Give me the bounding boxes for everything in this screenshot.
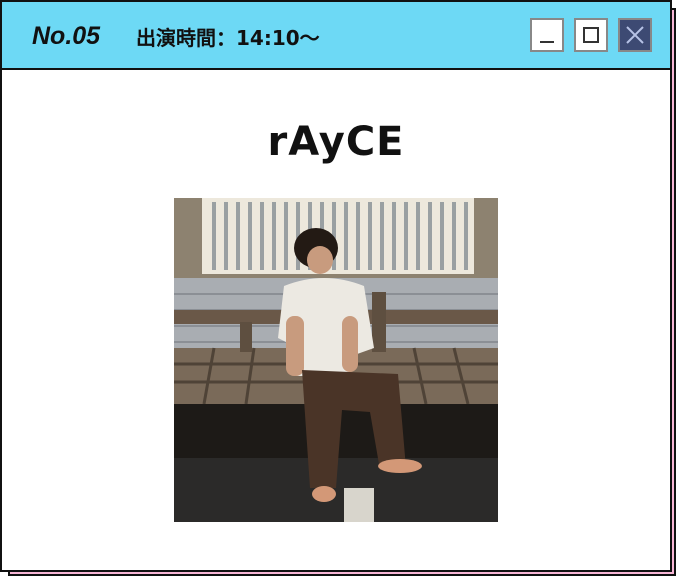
minimize-button[interactable] xyxy=(530,18,564,52)
title-bar[interactable]: No.05 出演時間：14:10〜 xyxy=(2,2,670,70)
maximize-button[interactable] xyxy=(574,18,608,52)
maximize-icon xyxy=(583,27,599,43)
stage: No.05 出演時間：14:10〜 rAyCE xyxy=(0,0,680,580)
minimize-icon xyxy=(540,41,554,43)
artist-window: No.05 出演時間：14:10〜 rAyCE xyxy=(0,0,672,572)
artist-photo xyxy=(174,198,498,522)
photo-illustration xyxy=(174,198,498,522)
close-button[interactable] xyxy=(618,18,652,52)
performance-number: No.05 xyxy=(32,22,101,50)
artist-name: rAyCE xyxy=(267,119,405,165)
performance-time: 出演時間：14:10〜 xyxy=(136,26,320,50)
close-icon xyxy=(626,26,644,44)
